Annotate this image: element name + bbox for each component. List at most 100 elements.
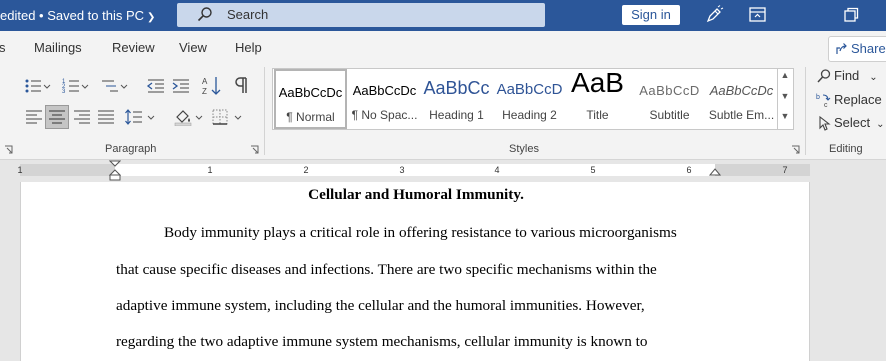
style-sample: AaBbCcD (639, 83, 700, 98)
styles-group-label: Styles (509, 143, 539, 155)
align-right-icon[interactable] (72, 108, 92, 126)
show-formatting-marks-icon[interactable] (234, 76, 254, 94)
indent-marker-icon[interactable] (109, 160, 121, 182)
style-name: Subtitle (649, 108, 690, 122)
chevron-down-icon[interactable]: ▼ (778, 91, 792, 111)
chevron-down-icon[interactable] (234, 108, 242, 126)
numbering-icon[interactable]: 1 2 3 (62, 77, 82, 95)
shading-icon[interactable] (173, 108, 193, 126)
style-normal[interactable]: AaBbCcDc ¶ Normal (274, 69, 347, 129)
search-icon (197, 7, 212, 22)
style-subtle-emphasis[interactable]: AaBbCcDc Subtle Em... (705, 69, 778, 129)
style-sample: AaBbCcDc (352, 83, 417, 98)
style-name: Heading 1 (429, 108, 484, 122)
chevron-down-icon[interactable] (43, 77, 51, 95)
replace-label: Replace (834, 92, 882, 107)
share-button[interactable]: Share (828, 36, 886, 62)
borders-icon[interactable] (211, 108, 231, 126)
chevron-down-icon[interactable] (120, 77, 128, 95)
ruler-number: 6 (686, 165, 692, 175)
align-left-icon[interactable] (24, 108, 44, 126)
chevron-down-icon: ❯ (147, 12, 156, 23)
chevron-down-icon[interactable] (147, 108, 155, 126)
title-bar: edited • Saved to this PC ❯ Search Sign i… (0, 0, 886, 31)
sign-in-button[interactable]: Sign in (622, 5, 680, 25)
styles-dialog-launcher-icon[interactable] (791, 145, 800, 154)
style-sample: AaBbCc (423, 78, 490, 98)
styles-gallery: AaBbCcDc ¶ Normal AaBbCcDc ¶ No Spac... … (272, 67, 778, 130)
style-sample: AaBbCcDc (709, 83, 774, 98)
menu-tabs: s Mailings Review View Help (0, 31, 886, 63)
paragraph-group-label: Paragraph (105, 143, 157, 155)
styles-gallery-scroll: ▲ ▼ ▼ (778, 68, 794, 130)
style-sample: AaB (571, 67, 624, 98)
align-center-icon (49, 110, 65, 124)
style-name: ¶ Normal (286, 110, 335, 124)
align-center-button[interactable] (45, 105, 69, 129)
tab-partial[interactable]: s (0, 40, 6, 55)
style-name: Title (586, 108, 609, 122)
style-heading-1[interactable]: AaBbCc Heading 1 (420, 69, 493, 129)
style-sample: AaBbCcD (496, 81, 563, 98)
search-placeholder: Search (227, 7, 269, 22)
style-title[interactable]: AaB Title (561, 67, 634, 129)
style-name: Subtle Em... (708, 108, 775, 122)
pen-icon[interactable] (704, 5, 724, 25)
style-heading-2[interactable]: AaBbCcD Heading 2 (493, 69, 566, 129)
bullets-icon[interactable] (24, 77, 44, 95)
tab-mailings[interactable]: Mailings (34, 40, 82, 55)
tab-review[interactable]: Review (112, 40, 155, 55)
svg-text:b: b (816, 94, 820, 101)
share-icon (836, 43, 847, 54)
paragraph-line: that cause specific diseases and infecti… (116, 261, 657, 278)
find-button[interactable]: Find ⌄ (816, 68, 878, 83)
search-icon (817, 69, 831, 83)
group-separator (805, 67, 806, 155)
search-box[interactable]: Search (177, 3, 545, 27)
ruler-number: 2 (303, 165, 309, 175)
group-separator (264, 67, 265, 155)
document-title: Cellular and Humoral Immunity. (308, 186, 524, 203)
chevron-down-icon[interactable] (81, 77, 89, 95)
chevron-down-icon[interactable] (195, 108, 203, 126)
ruler-number: 3 (399, 165, 405, 175)
decrease-indent-icon[interactable] (146, 77, 166, 95)
horizontal-ruler[interactable]: 1 1 2 3 4 5 6 7 (17, 160, 810, 181)
ruler-number: 1 (17, 165, 23, 175)
replace-button[interactable]: b c Replace (816, 92, 882, 108)
line-spacing-icon[interactable] (124, 108, 144, 126)
chevron-up-icon[interactable]: ▲ (778, 70, 792, 90)
ribbon-display-options-icon[interactable] (748, 6, 768, 24)
style-subtitle[interactable]: AaBbCcD Subtitle (633, 69, 706, 129)
increase-indent-icon[interactable] (171, 77, 191, 95)
cursor-icon (819, 115, 831, 131)
paragraph-dialog-launcher-icon[interactable] (250, 145, 259, 154)
dialog-launcher-icon[interactable] (4, 145, 13, 154)
ribbon: 1 2 3 A Z Paragraph AaBbCcDc ¶ Normal Aa… (0, 63, 886, 160)
replace-icon: b c (816, 94, 831, 108)
more-styles-icon[interactable]: ▼ (778, 111, 792, 131)
tab-help[interactable]: Help (235, 40, 262, 55)
ruler-number: 5 (590, 165, 596, 175)
tab-view[interactable]: View (179, 40, 207, 55)
ruler-number: 4 (494, 165, 500, 175)
right-indent-marker-icon[interactable] (709, 168, 721, 178)
document-status[interactable]: edited • Saved to this PC ❯ (0, 8, 155, 23)
ruler-left-margin (20, 164, 115, 176)
select-button[interactable]: Select ⌄ (816, 115, 885, 131)
style-name: Heading 2 (502, 108, 557, 122)
ruler-number: 1 (207, 165, 213, 175)
svg-text:c: c (824, 102, 828, 108)
document-page[interactable]: Cellular and Humoral Immunity. Body immu… (20, 182, 810, 361)
select-label: Select (834, 115, 871, 130)
find-label: Find (834, 68, 860, 83)
ruler-right-margin (715, 164, 810, 176)
sort-icon[interactable]: A Z (201, 75, 223, 97)
style-no-spacing[interactable]: AaBbCcDc ¶ No Spac... (348, 69, 421, 129)
editing-group-label: Editing (829, 143, 863, 155)
svg-text:A: A (202, 77, 208, 86)
restore-window-icon[interactable] (842, 6, 860, 24)
justify-icon[interactable] (96, 108, 116, 126)
multilevel-list-icon[interactable] (100, 77, 120, 95)
paragraph-line: adaptive immune system, including the ce… (116, 297, 645, 314)
